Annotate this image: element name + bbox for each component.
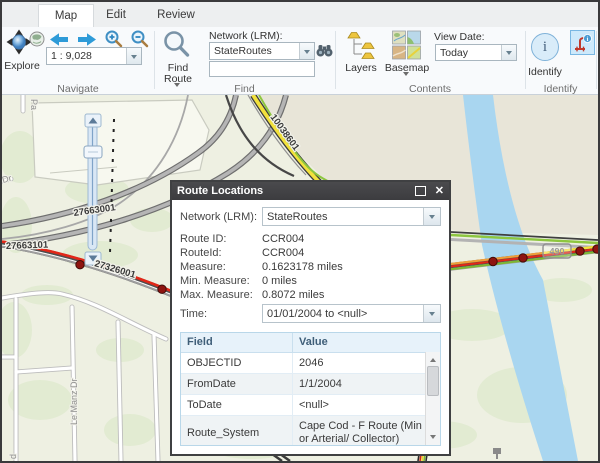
network-lrm-value: StateRoutes — [214, 45, 272, 57]
attribute-table: Field Value OBJECTID 2046 FromDate 1/1/2… — [180, 332, 441, 446]
table-header: Field Value — [181, 333, 440, 353]
group-label-navigate: Navigate — [57, 83, 99, 95]
svg-text:Pa: Pa — [29, 99, 39, 110]
identify-button[interactable]: i — [531, 33, 559, 61]
network-lrm-combobox[interactable]: StateRoutes — [209, 42, 315, 60]
group-divider — [596, 31, 597, 89]
route-locations-dialog: Route Locations ✕ Network (LRM): StateRo… — [170, 180, 451, 456]
find-button[interactable] — [316, 42, 333, 63]
route-info-icon: i — [574, 33, 592, 51]
column-header-value: Value — [299, 336, 328, 348]
dropdown-arrow-icon[interactable] — [423, 208, 440, 225]
identify-label: Identify — [528, 66, 562, 78]
network-lrm-label: Network (LRM): — [209, 30, 283, 42]
column-header-field: Field — [181, 333, 293, 352]
svg-text:i: i — [586, 36, 588, 43]
layers-icon — [347, 32, 375, 59]
zoom-out-icon — [131, 30, 149, 48]
view-date-combobox[interactable]: Today — [435, 44, 517, 61]
svg-text:Le Manz Dr: Le Manz Dr — [69, 378, 79, 425]
arrow-left-icon — [50, 33, 68, 46]
dialog-network-value: StateRoutes — [267, 210, 328, 223]
min-measure-label: Min. Measure: — [180, 275, 250, 287]
scale-combobox[interactable]: 1 : 9,028 — [46, 47, 142, 65]
dialog-network-combobox[interactable]: StateRoutes — [262, 207, 441, 226]
identify-i-icon: i — [542, 38, 548, 55]
dialog-titlebar[interactable]: Route Locations ✕ — [172, 182, 449, 200]
group-divider — [525, 31, 526, 89]
find-route-button[interactable] — [162, 30, 192, 60]
tab-review[interactable]: Review — [148, 4, 204, 28]
time-label: Time: — [180, 307, 208, 320]
close-icon[interactable]: ✕ — [435, 185, 444, 197]
tab-map[interactable]: Map — [38, 4, 94, 29]
group-divider — [154, 31, 155, 89]
event-editor-window: Map Edit Review Explore 1: 9,028 Naviga… — [0, 0, 600, 463]
scroll-down-icon[interactable] — [426, 432, 440, 445]
identify-route-locations-button[interactable]: i — [570, 30, 595, 55]
globe-icon — [29, 31, 45, 47]
find-route-icon — [164, 31, 190, 57]
explore-label: Explore — [4, 60, 40, 72]
route-id-label: Route ID: — [180, 233, 227, 245]
scrollbar-thumb[interactable] — [427, 366, 439, 396]
max-measure-value: 0.8072 miles — [262, 289, 325, 301]
basemap-icon — [392, 30, 421, 60]
routeid-value: CCR004 — [262, 247, 305, 259]
view-date-value: Today — [440, 46, 469, 59]
scale-value: 1 : 9,028 — [51, 50, 92, 62]
group-label-contents: Contents — [408, 83, 452, 95]
table-scrollbar[interactable] — [425, 352, 440, 445]
table-row[interactable]: OBJECTID 2046 — [181, 353, 440, 374]
svg-text:27663101: 27663101 — [6, 240, 49, 252]
arrow-right-icon — [78, 33, 96, 46]
svg-text:d: d — [8, 454, 18, 459]
dropdown-arrow-icon[interactable] — [423, 305, 440, 322]
measure-value: 0.1623178 miles — [262, 261, 343, 273]
time-combobox[interactable]: 01/01/2004 to <null> — [262, 304, 441, 323]
measure-label: Measure: — [180, 261, 226, 273]
dialog-title: Route Locations — [177, 185, 264, 197]
group-divider — [335, 31, 336, 89]
table-row[interactable]: FromDate 1/1/2004 — [181, 374, 440, 395]
zoom-in-icon — [105, 30, 123, 48]
dropdown-arrow-icon[interactable] — [501, 45, 516, 60]
dialog-body: Network (LRM): StateRoutes Route ID: CCR0… — [172, 200, 449, 454]
layers-label: Layers — [345, 62, 377, 74]
basemap-button[interactable] — [392, 29, 422, 61]
route-id-input[interactable] — [209, 61, 315, 77]
view-date-label: View Date: — [434, 31, 485, 43]
table-row[interactable]: Route_System Cape Cod - F Route (Minor A… — [181, 416, 440, 445]
ribbon: Explore 1: 9,028 Navigate Find Route Ne… — [2, 27, 598, 107]
group-label-identify: Identify — [543, 83, 578, 95]
dropdown-arrow-icon[interactable] — [126, 48, 141, 64]
network-label: Network (LRM): — [180, 210, 258, 223]
ribbon-tabstrip: Map Edit Review — [2, 2, 598, 29]
route-shield: 490 — [542, 243, 572, 259]
routeid-label: RouteId: — [180, 247, 222, 259]
group-label-find: Find — [234, 83, 255, 95]
max-measure-label: Max. Measure: — [180, 289, 253, 301]
full-extent-button[interactable] — [29, 31, 45, 52]
dropdown-arrow-icon[interactable] — [299, 43, 314, 59]
maximize-icon[interactable] — [414, 186, 426, 196]
binoculars-icon — [316, 45, 333, 57]
layers-button[interactable] — [346, 29, 376, 61]
scroll-up-icon[interactable] — [426, 352, 440, 365]
min-measure-value: 0 miles — [262, 275, 297, 287]
svg-text:490: 490 — [549, 247, 564, 257]
tab-edit[interactable]: Edit — [94, 4, 138, 28]
time-value: 01/01/2004 to <null> — [267, 307, 368, 320]
table-row[interactable]: ToDate <null> — [181, 395, 440, 416]
route-id-value: CCR004 — [262, 233, 305, 245]
